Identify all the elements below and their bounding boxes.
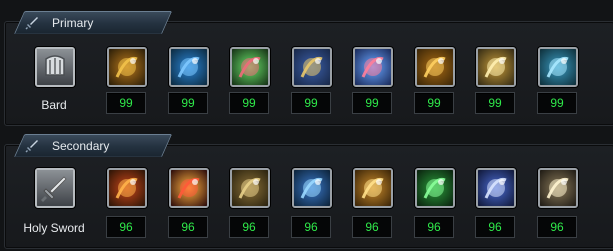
- secondary-header-label: Secondary: [52, 138, 110, 153]
- skill-level: 99: [537, 92, 577, 114]
- sword-icon: [25, 139, 38, 152]
- secondary-class-name: Holy Sword: [23, 221, 85, 235]
- lightning-sword-icon[interactable]: [476, 168, 516, 208]
- lyre-icon[interactable]: [292, 47, 332, 87]
- blue-burst-icon[interactable]: [169, 47, 209, 87]
- skill-level: 99: [168, 92, 208, 114]
- harp-icon[interactable]: [35, 47, 75, 87]
- skill-panel-root: Primary Bard 99 99 99 99 99 99 99 99 Secondary: [0, 0, 613, 251]
- heart-notes-icon[interactable]: [230, 47, 270, 87]
- red-slash-icon[interactable]: [169, 168, 209, 208]
- flaming-sword-icon[interactable]: [107, 168, 147, 208]
- skill-level: 96: [291, 216, 331, 238]
- skill-level: 96: [537, 216, 577, 238]
- skill-level: 96: [229, 216, 269, 238]
- primary-header-label: Primary: [52, 15, 94, 30]
- light-pillar-icon[interactable]: [353, 168, 393, 208]
- sparkle-cross-icon[interactable]: [476, 47, 516, 87]
- skill-level: 99: [229, 92, 269, 114]
- skill-level: 99: [475, 92, 515, 114]
- sword-icon: [25, 16, 38, 29]
- skill-level: 96: [414, 216, 454, 238]
- sword-class-icon[interactable]: [35, 168, 75, 208]
- skill-level: 99: [414, 92, 454, 114]
- skill-level: 96: [168, 216, 208, 238]
- skill-level: 99: [291, 92, 331, 114]
- golden-heart-icon[interactable]: [415, 47, 455, 87]
- primary-header: Primary: [24, 12, 93, 33]
- golden-horn-icon[interactable]: [107, 47, 147, 87]
- ice-shards-icon[interactable]: [292, 168, 332, 208]
- wind-swirl-icon[interactable]: [538, 47, 578, 87]
- skill-level: 99: [352, 92, 392, 114]
- secondary-header: Secondary: [24, 135, 109, 156]
- green-power-ring-icon[interactable]: [415, 168, 455, 208]
- planted-sword-icon[interactable]: [230, 168, 270, 208]
- skill-level: 96: [475, 216, 515, 238]
- skill-level: 99: [106, 92, 146, 114]
- sword-wave-icon[interactable]: [538, 168, 578, 208]
- glowing-heart-icon[interactable]: [353, 47, 393, 87]
- skill-level: 96: [106, 216, 146, 238]
- skill-level: 96: [352, 216, 392, 238]
- primary-class-name: Bard: [41, 98, 67, 112]
